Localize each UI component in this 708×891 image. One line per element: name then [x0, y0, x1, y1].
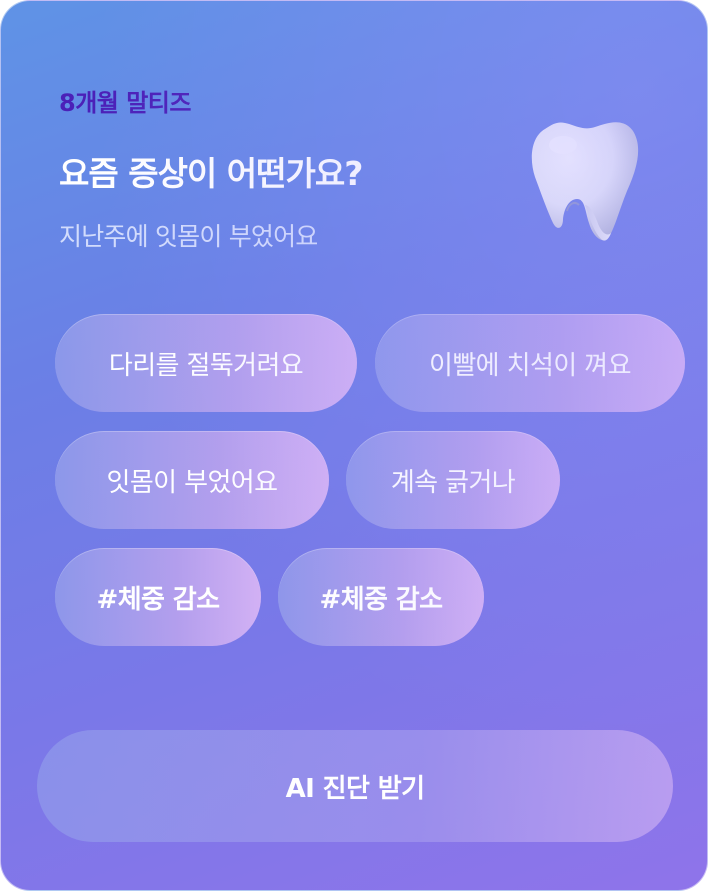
symptom-chip[interactable]: #체중 감소	[278, 548, 484, 646]
symptom-chip[interactable]: 이빨에 치석이 껴요	[375, 314, 685, 412]
symptom-chip[interactable]: #체중 감소	[55, 548, 261, 646]
question-title: 요즘 증상이 어떤가요?	[59, 154, 363, 193]
tooth-icon	[531, 122, 639, 241]
symptom-chip[interactable]: 잇몸이 부었어요	[55, 431, 329, 529]
ai-diagnosis-button[interactable]: AI 진단 받기	[37, 730, 673, 842]
pet-label: 8개월 말티즈	[59, 89, 191, 117]
symptom-chip[interactable]: 계속 긁거나	[346, 431, 560, 529]
symptom-chip[interactable]: 다리를 절뚝거려요	[55, 314, 357, 412]
symptom-check-card: 8개월 말티즈 요즘 증상이 어떤가요? 지난주에 잇몸이 부었어요 다리를 절…	[0, 0, 708, 891]
last-symptom-subtitle: 지난주에 잇몸이 부었어요	[59, 222, 318, 251]
